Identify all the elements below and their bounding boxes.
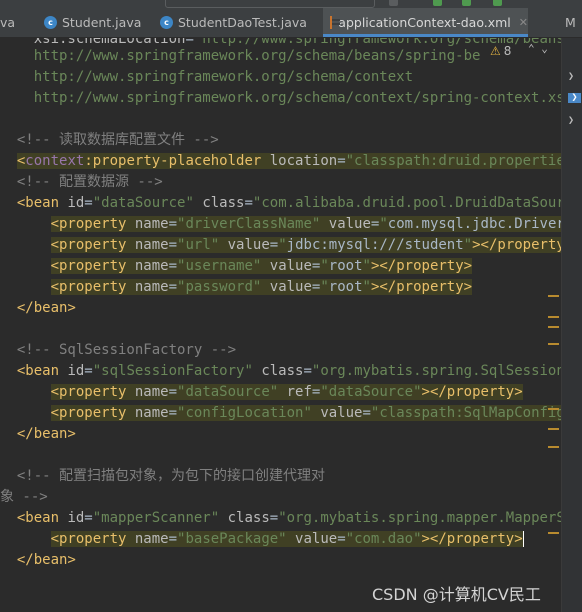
run-icon[interactable] [389,0,398,6]
tab-label: va [0,15,16,30]
text-caret [522,531,524,547]
coverage-icon[interactable] [462,0,471,6]
java-class-icon: c [160,16,173,29]
code-line: <property name="configLocation" value="c… [0,403,561,424]
inspection-widget[interactable]: ⚠ 8 [490,44,511,58]
xml-file-icon [330,16,342,29]
code-line: <!-- SqlSessionFactory --> [0,342,237,358]
code-line: <property name="username" value="root"><… [50,258,473,274]
code-line: http://www.springframework.org/schema/be… [0,48,481,64]
code-line: 象 --> [0,489,48,505]
code-line: <!-- 读取数据库配置文件 --> [0,132,219,148]
warning-marker[interactable] [548,532,559,534]
warning-marker[interactable] [548,408,559,410]
code-line: </bean> [16,552,76,568]
warning-marker[interactable] [548,428,559,430]
warning-marker[interactable] [548,446,559,448]
code-line: <property name="password" value="root"><… [50,279,473,295]
code-area: xsi:schemaLocation="http://www.springfra… [0,38,561,612]
tab-fragment-right[interactable]: M [565,8,582,37]
title-strip [0,0,582,8]
tab-label: applicationContext-dao.xml [338,15,511,30]
tab-label: StudentDaoTest.java [178,15,307,30]
java-class-icon: c [44,16,57,29]
tab-label: M [565,15,576,30]
chevron-right-icon[interactable]: ❯ [568,93,581,103]
chevron-right-icon[interactable]: ❯ [568,72,574,82]
code-line: <property name="driverClassName" value="… [0,214,561,235]
chevron-right-icon[interactable]: ❯ [568,116,574,126]
code-line: <property name="basePackage" value="com.… [50,531,524,547]
profile-icon[interactable] [493,0,502,6]
code-line: <bean id="mapperScanner" class="org.myba… [16,510,561,526]
code-line: <property name="url" value="jdbc:mysql:/… [0,235,561,256]
close-icon[interactable]: ✕ [519,16,528,29]
tab-applicationcontext-dao-xml[interactable]: applicationContext-dao.xml ✕ [323,8,528,37]
code-line: <!-- 配置数据源 --> [0,174,163,190]
tab-student-java[interactable]: c Student.java [44,8,156,37]
code-line: http://www.springframework.org/schema/co… [0,69,414,85]
editor-tab-bar: va c Student.java c StudentDaoTest.java … [0,8,582,38]
tab-studentdaotest-java[interactable]: c StudentDaoTest.java [160,8,320,37]
warning-marker[interactable] [548,295,559,297]
warning-marker[interactable] [548,343,559,345]
inspection-nav[interactable]: ⌃ ⌄ [528,42,548,55]
code-line: http://www.springframework.org/schema/co… [0,90,561,106]
chevron-down-icon[interactable]: ⌄ [541,42,548,55]
code-line: <bean id="sqlSessionFactory" class="org.… [16,363,561,379]
debug-icon[interactable] [433,0,442,6]
code-line: <property name="dataSource" ref="dataSou… [50,384,523,400]
warning-count: 8 [503,44,512,58]
run-config-box[interactable] [165,0,375,8]
code-line: <!-- 配置扫描包对象，为包下的接口创建代理对 [0,468,325,484]
tab-label: Student.java [62,15,142,30]
tab-fragment-left[interactable]: va [0,8,34,37]
warning-marker[interactable] [548,316,559,318]
code-line: </bean> [16,300,76,316]
warning-marker[interactable] [548,326,559,328]
warning-triangle-icon: ⚠ [490,44,501,58]
code-line: </bean> [16,426,76,442]
watermark: CSDN @计算机CV民工 [372,585,541,604]
chevron-up-icon[interactable]: ⌃ [528,42,535,55]
code-line: <bean id="dataSource" class="com.alibaba… [16,195,561,211]
code-line: <context:property-placeholder location="… [0,151,561,172]
code-editor[interactable]: xsi:schemaLocation="http://www.springfra… [0,38,561,612]
